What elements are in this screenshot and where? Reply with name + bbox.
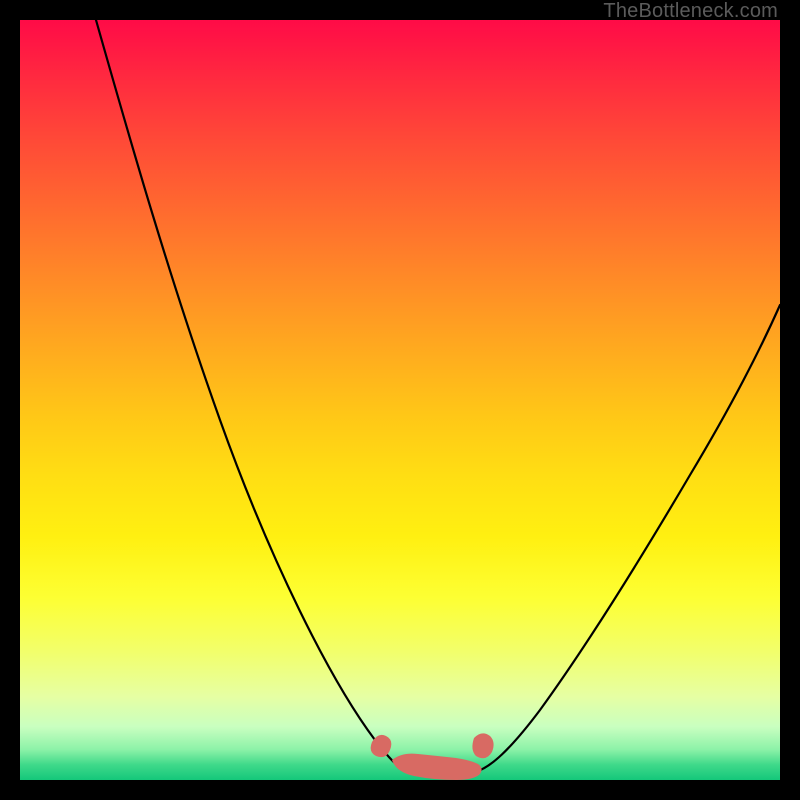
chart-frame: TheBottleneck.com	[0, 0, 800, 800]
valley-marker-center	[392, 754, 482, 780]
curve-layer	[20, 20, 780, 780]
right-branch-curve	[475, 305, 780, 772]
left-branch-curve	[96, 20, 412, 772]
plot-area	[20, 20, 780, 780]
valley-marker-right	[472, 733, 493, 758]
